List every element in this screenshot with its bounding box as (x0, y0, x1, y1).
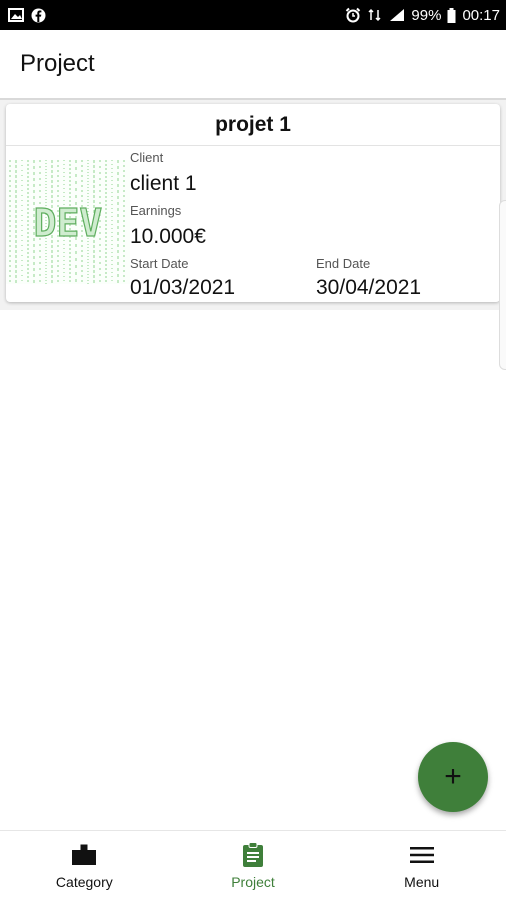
status-bar: 99% 00:17 (0, 0, 506, 30)
project-card[interactable]: projet 1 DEV Client client 1 Earnings 10… (6, 104, 500, 302)
folder-icon (71, 842, 97, 868)
plus-icon: + (444, 760, 462, 793)
facebook-icon (30, 8, 46, 22)
4g-icon (367, 8, 383, 22)
earnings-value: 10.000€ (130, 225, 206, 248)
client-label: Client (130, 150, 164, 165)
project-title: projet 1 (215, 112, 291, 136)
page-title: Project (20, 50, 95, 77)
end-date-label: End Date (316, 256, 371, 271)
bottom-nav: Category Project Menu (0, 830, 506, 900)
nav-label-category: Category (55, 873, 113, 890)
side-edge (499, 200, 506, 370)
clock: 00:17 (462, 6, 500, 24)
image-icon (8, 8, 24, 22)
start-date-label: Start Date (130, 256, 189, 271)
nav-item-category[interactable]: Category (0, 831, 169, 900)
status-left (8, 8, 46, 22)
add-project-button[interactable]: + (418, 742, 488, 812)
nav-label-project: Project (231, 873, 275, 890)
end-date-value: 30/04/2021 (316, 276, 422, 299)
menu-icon (409, 842, 435, 868)
thumbnail-dev-text: DEV (34, 201, 103, 245)
project-thumbnail: DEV (6, 160, 130, 284)
battery-icon (447, 7, 456, 23)
battery-percent: 99% (411, 6, 442, 24)
client-value: client 1 (130, 172, 197, 195)
earnings-label: Earnings (130, 203, 182, 218)
project-card-header: projet 1 (6, 104, 500, 146)
project-list: projet 1 DEV Client client 1 Earnings 10… (0, 100, 506, 310)
project-card-body: DEV Client client 1 Earnings 10.000€ Sta… (6, 146, 500, 302)
nav-item-menu[interactable]: Menu (337, 831, 506, 900)
signal-icon (389, 8, 405, 22)
alarm-icon (345, 7, 361, 23)
status-right: 99% 00:17 (345, 7, 500, 24)
nav-item-project[interactable]: Project (169, 831, 338, 900)
clipboard-icon (240, 841, 266, 868)
nav-label-menu: Menu (404, 873, 440, 890)
start-date-value: 01/03/2021 (130, 276, 236, 299)
app-bar: Project (0, 30, 506, 100)
